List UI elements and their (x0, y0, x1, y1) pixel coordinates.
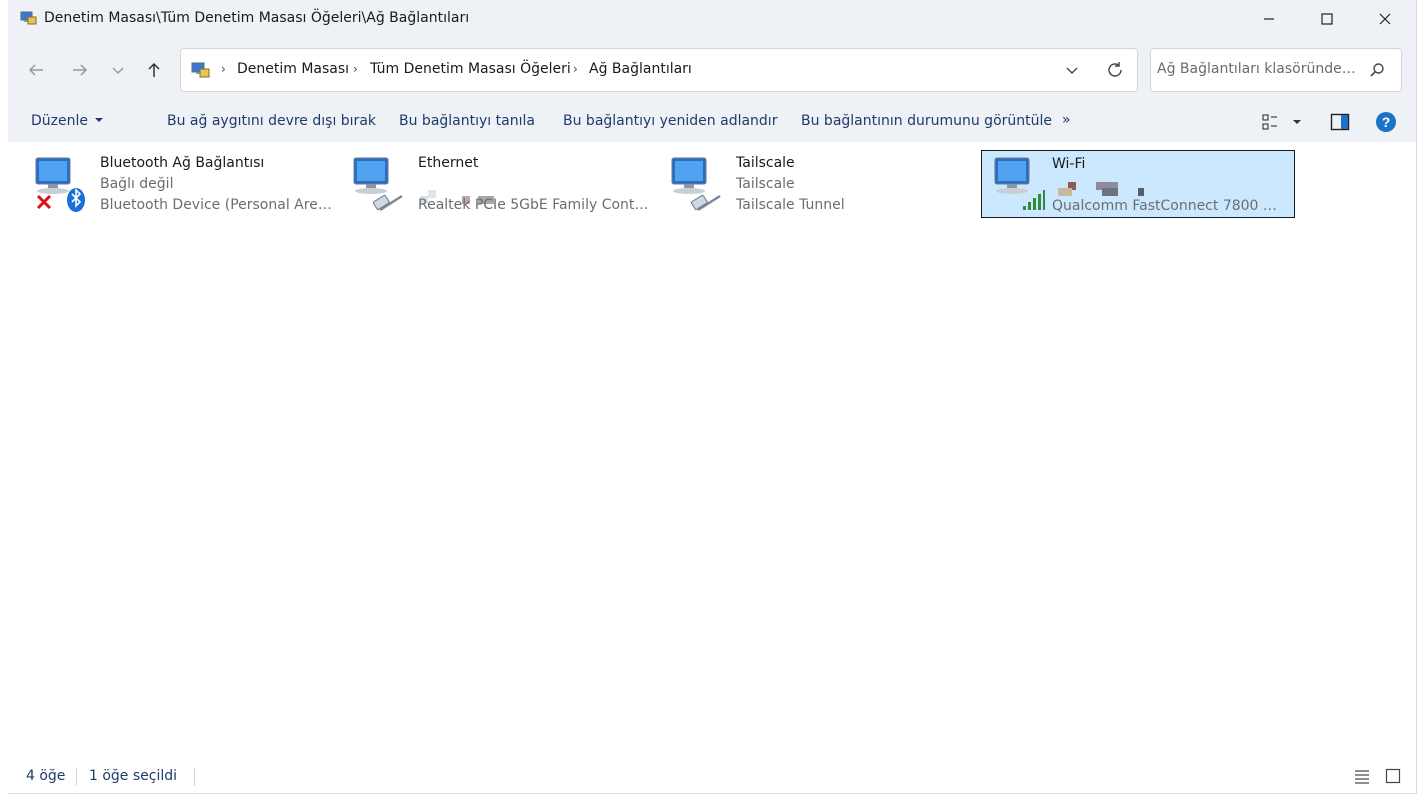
address-bar[interactable]: › Denetim Masası › Tüm Denetim Masası Öğ… (180, 48, 1138, 92)
network-connections-icon (20, 11, 37, 25)
item-count: 4 öğe (26, 768, 66, 784)
back-arrow-icon (28, 64, 43, 76)
connection-name: Tailscale (736, 155, 795, 171)
selected-count: 1 öğe seçildi (89, 768, 178, 784)
network-connections-icon (191, 62, 210, 78)
chevron-right-icon: › (353, 62, 358, 76)
disable-device-button[interactable]: Bu ağ aygıtını devre dışı bırak (167, 113, 376, 129)
minimize-icon (1264, 18, 1274, 20)
view-options-icon (1262, 114, 1301, 130)
status-divider (194, 768, 195, 786)
window-title: Denetim Masası\Tüm Denetim Masası Öğeler… (44, 10, 470, 26)
redacted-pixel (1138, 188, 1144, 196)
more-commands-button[interactable]: » (1062, 112, 1071, 128)
up-button[interactable] (136, 52, 172, 88)
refresh-button[interactable] (1103, 59, 1127, 81)
large-icons-view-button[interactable] (1385, 768, 1403, 786)
details-view-icon (1355, 770, 1369, 784)
title-bar: Denetim Masası\Tüm Denetim Masası Öğeler… (8, 0, 1416, 38)
connection-name: Bluetooth Ağ Bağlantısı (100, 155, 265, 171)
connection-status: Bağlı değil (100, 176, 174, 192)
status-bar: 4 öğe 1 öğe seçildi (8, 760, 1416, 793)
ethernet-network-icon (671, 157, 721, 212)
breadcrumb-control-panel[interactable]: Denetim Masası (237, 61, 349, 77)
view-connection-status-button[interactable]: Bu bağlantının durumunu görüntüle (801, 113, 1052, 129)
bluetooth-network-icon (35, 157, 85, 212)
close-button[interactable] (1356, 0, 1414, 38)
connection-name: Wi-Fi (1052, 156, 1086, 172)
connection-device: Qualcomm FastConnect 7800 Wi-... (1052, 198, 1284, 214)
help-icon: ? (1376, 112, 1396, 132)
details-view-button[interactable] (1354, 768, 1372, 786)
chevron-right-icon: › (221, 62, 226, 76)
connection-name: Ethernet (418, 155, 479, 171)
close-icon (1379, 13, 1391, 25)
connection-device: Tailscale Tunnel (736, 197, 845, 213)
forward-button[interactable] (62, 52, 98, 88)
dropdown-arrow-icon (95, 118, 104, 122)
connection-item-tailscale[interactable]: Tailscale Tailscale Tailscale Tunnel (656, 150, 970, 218)
maximize-icon (1321, 13, 1333, 25)
search-icon[interactable] (1369, 62, 1385, 78)
refresh-icon (1108, 62, 1122, 77)
connection-item-wifi[interactable]: Wi-Fi Qualcomm FastConnect 7800 Wi-... (981, 150, 1295, 218)
connection-device: Bluetooth Device (Personal Area ... (100, 197, 332, 213)
preview-pane-icon (1330, 113, 1350, 131)
large-icons-view-icon (1385, 768, 1401, 784)
search-box[interactable]: Ağ Bağlantıları klasöründe a... (1150, 48, 1402, 92)
breadcrumb-all-control-panel-items[interactable]: Tüm Denetim Masası Öğeleri (370, 61, 571, 77)
connection-status: Tailscale (736, 176, 795, 192)
connection-device: Realtek PCIe 5GbE Family Controll... (418, 197, 650, 213)
ethernet-network-icon (353, 157, 403, 212)
maximize-button[interactable] (1298, 0, 1356, 38)
svg-text:?: ? (1382, 114, 1391, 130)
organize-label: Düzenle (31, 113, 88, 129)
chevron-right-icon: › (573, 62, 578, 76)
change-view-button[interactable] (1262, 112, 1304, 132)
minimize-button[interactable] (1240, 0, 1298, 38)
help-button[interactable]: ? (1375, 111, 1397, 133)
preview-pane-button[interactable] (1330, 112, 1352, 132)
recent-locations-button[interactable] (100, 52, 136, 88)
command-bar: Düzenle Bu ağ aygıtını devre dışı bırak … (8, 102, 1416, 143)
dropdown-chevron-icon (1066, 67, 1078, 74)
connections-view: Bluetooth Ağ Bağlantısı Bağlı değil Blue… (8, 142, 1416, 752)
recent-locations-chevron-icon (112, 67, 124, 75)
breadcrumb-network-connections[interactable]: Ağ Bağlantıları (589, 61, 692, 77)
connection-item-bluetooth[interactable]: Bluetooth Ağ Bağlantısı Bağlı değil Blue… (20, 150, 334, 218)
wifi-network-icon (994, 157, 1045, 210)
organize-menu[interactable]: Düzenle (31, 113, 104, 129)
search-input[interactable]: Ağ Bağlantıları klasöründe a... (1157, 61, 1357, 77)
back-button[interactable] (18, 52, 54, 88)
window: Denetim Masası\Tüm Denetim Masası Öğeler… (8, 0, 1417, 794)
up-arrow-icon (148, 62, 160, 77)
diagnose-connection-button[interactable]: Bu bağlantıyı tanıla (399, 113, 535, 129)
forward-arrow-icon (73, 64, 88, 76)
status-divider (76, 768, 77, 786)
connection-item-ethernet[interactable]: Ethernet Realtek PCIe 5GbE Family Contro… (338, 150, 652, 218)
address-history-button[interactable] (1061, 60, 1083, 80)
redacted-pixel (1058, 188, 1072, 196)
rename-connection-button[interactable]: Bu bağlantıyı yeniden adlandır (563, 113, 777, 129)
redacted-pixel (1102, 188, 1118, 196)
navigation-bar: › Denetim Masası › Tüm Denetim Masası Öğ… (8, 38, 1416, 102)
